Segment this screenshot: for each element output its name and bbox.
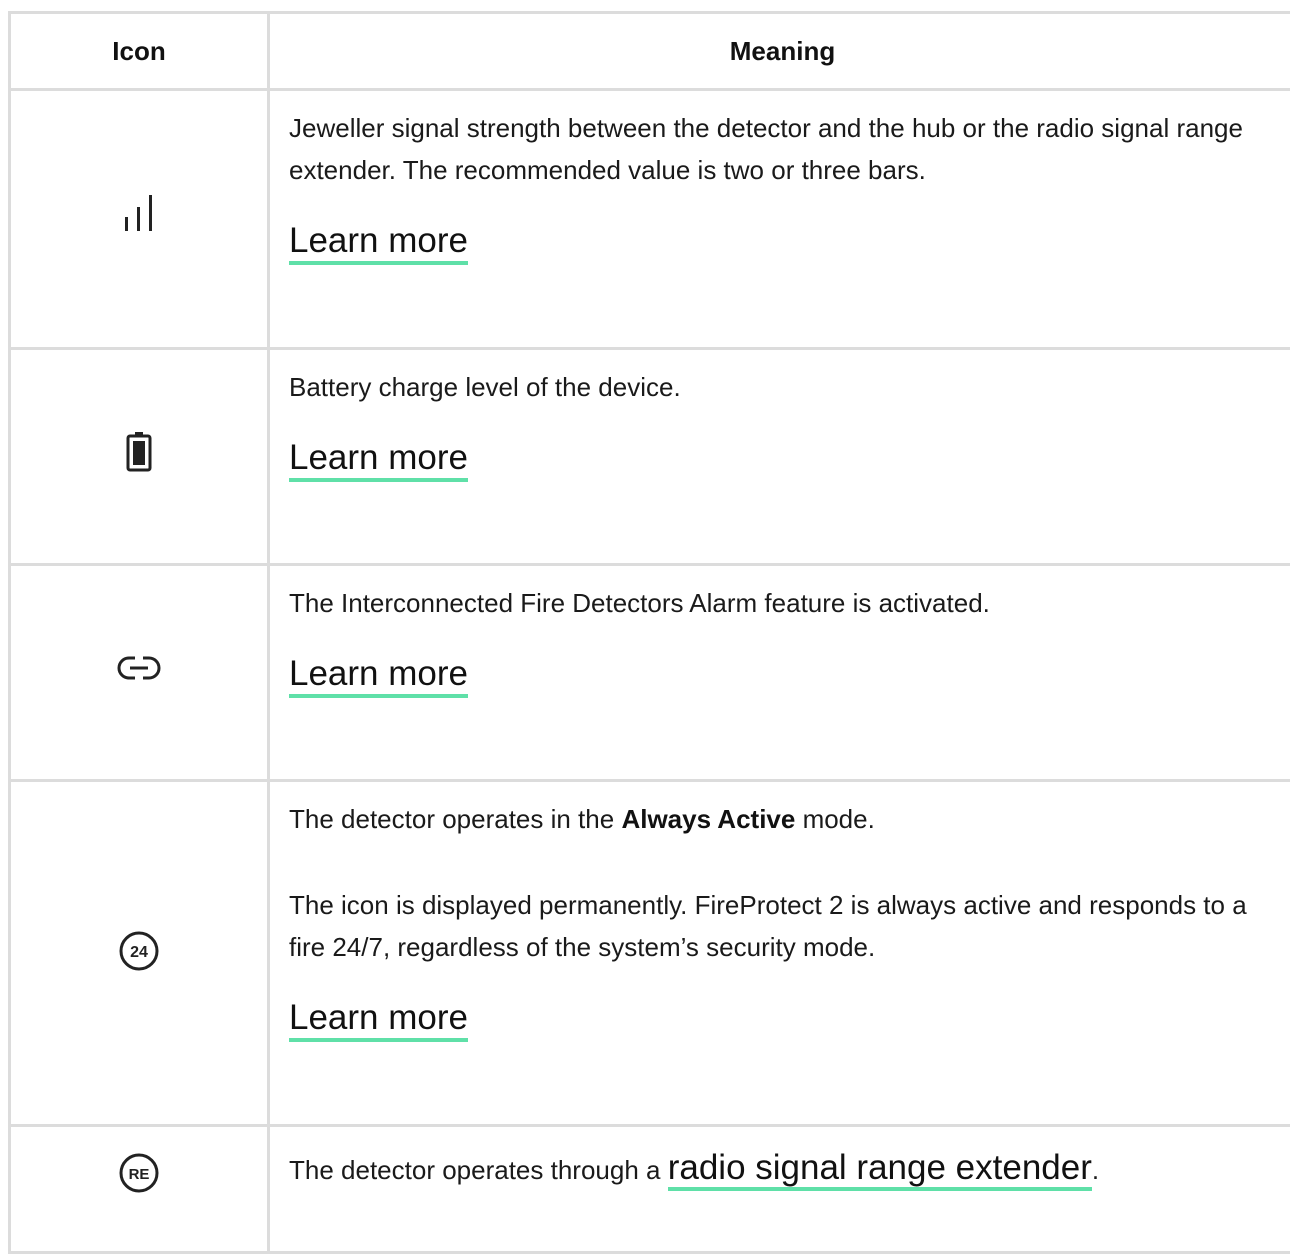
meaning-text: Jeweller signal strength between the det… (289, 107, 1275, 191)
icon-cell (10, 565, 269, 781)
meaning-text-2: The icon is displayed permanently. FireP… (289, 884, 1275, 968)
icon-meaning-table: Icon Meaning Jeweller signal strength be… (8, 11, 1290, 1254)
always-active-24-icon: 24 (117, 929, 161, 973)
meaning-text: The detector operates through a radio si… (289, 1147, 1275, 1191)
table-row: RE The detector operates through a radio… (10, 1126, 1290, 1253)
range-extender-icon-label: RE (129, 1166, 150, 1183)
range-extender-link[interactable]: radio signal range extender (668, 1148, 1092, 1191)
meaning-text: The Interconnected Fire Detectors Alarm … (289, 582, 1275, 624)
meaning-text: The detector operates in the Always Acti… (289, 798, 1275, 840)
meaning-cell: Battery charge level of the device. Lear… (269, 349, 1290, 565)
learn-more-link[interactable]: Learn more (289, 998, 468, 1042)
range-extender-icon: RE (117, 1151, 161, 1195)
icon-cell (10, 349, 269, 565)
always-active-icon-label: 24 (130, 944, 148, 961)
table-row: Battery charge level of the device. Lear… (10, 349, 1290, 565)
meaning-cell: Jeweller signal strength between the det… (269, 90, 1290, 349)
table-row: The Interconnected Fire Detectors Alarm … (10, 565, 1290, 781)
learn-more-link[interactable]: Learn more (289, 221, 468, 265)
header-meaning: Meaning (269, 13, 1290, 90)
table-row: Jeweller signal strength between the det… (10, 90, 1290, 349)
meaning-cell: The Interconnected Fire Detectors Alarm … (269, 565, 1290, 781)
meaning-cell: The detector operates through a radio si… (269, 1126, 1290, 1253)
icon-cell: 24 (10, 781, 269, 1126)
battery-icon (124, 430, 154, 474)
icon-cell (10, 90, 269, 349)
meaning-cell: The detector operates in the Always Acti… (269, 781, 1290, 1126)
learn-more-link[interactable]: Learn more (289, 654, 468, 698)
table-header-row: Icon Meaning (10, 13, 1290, 90)
table-row: 24 The detector operates in the Always A… (10, 781, 1290, 1126)
icon-cell: RE (10, 1126, 269, 1253)
signal-bars-icon (119, 193, 159, 237)
header-icon: Icon (10, 13, 269, 90)
link-icon (117, 653, 161, 683)
learn-more-link[interactable]: Learn more (289, 438, 468, 482)
meaning-text: Battery charge level of the device. (289, 366, 1275, 408)
always-active-label: Always Active (621, 804, 795, 834)
